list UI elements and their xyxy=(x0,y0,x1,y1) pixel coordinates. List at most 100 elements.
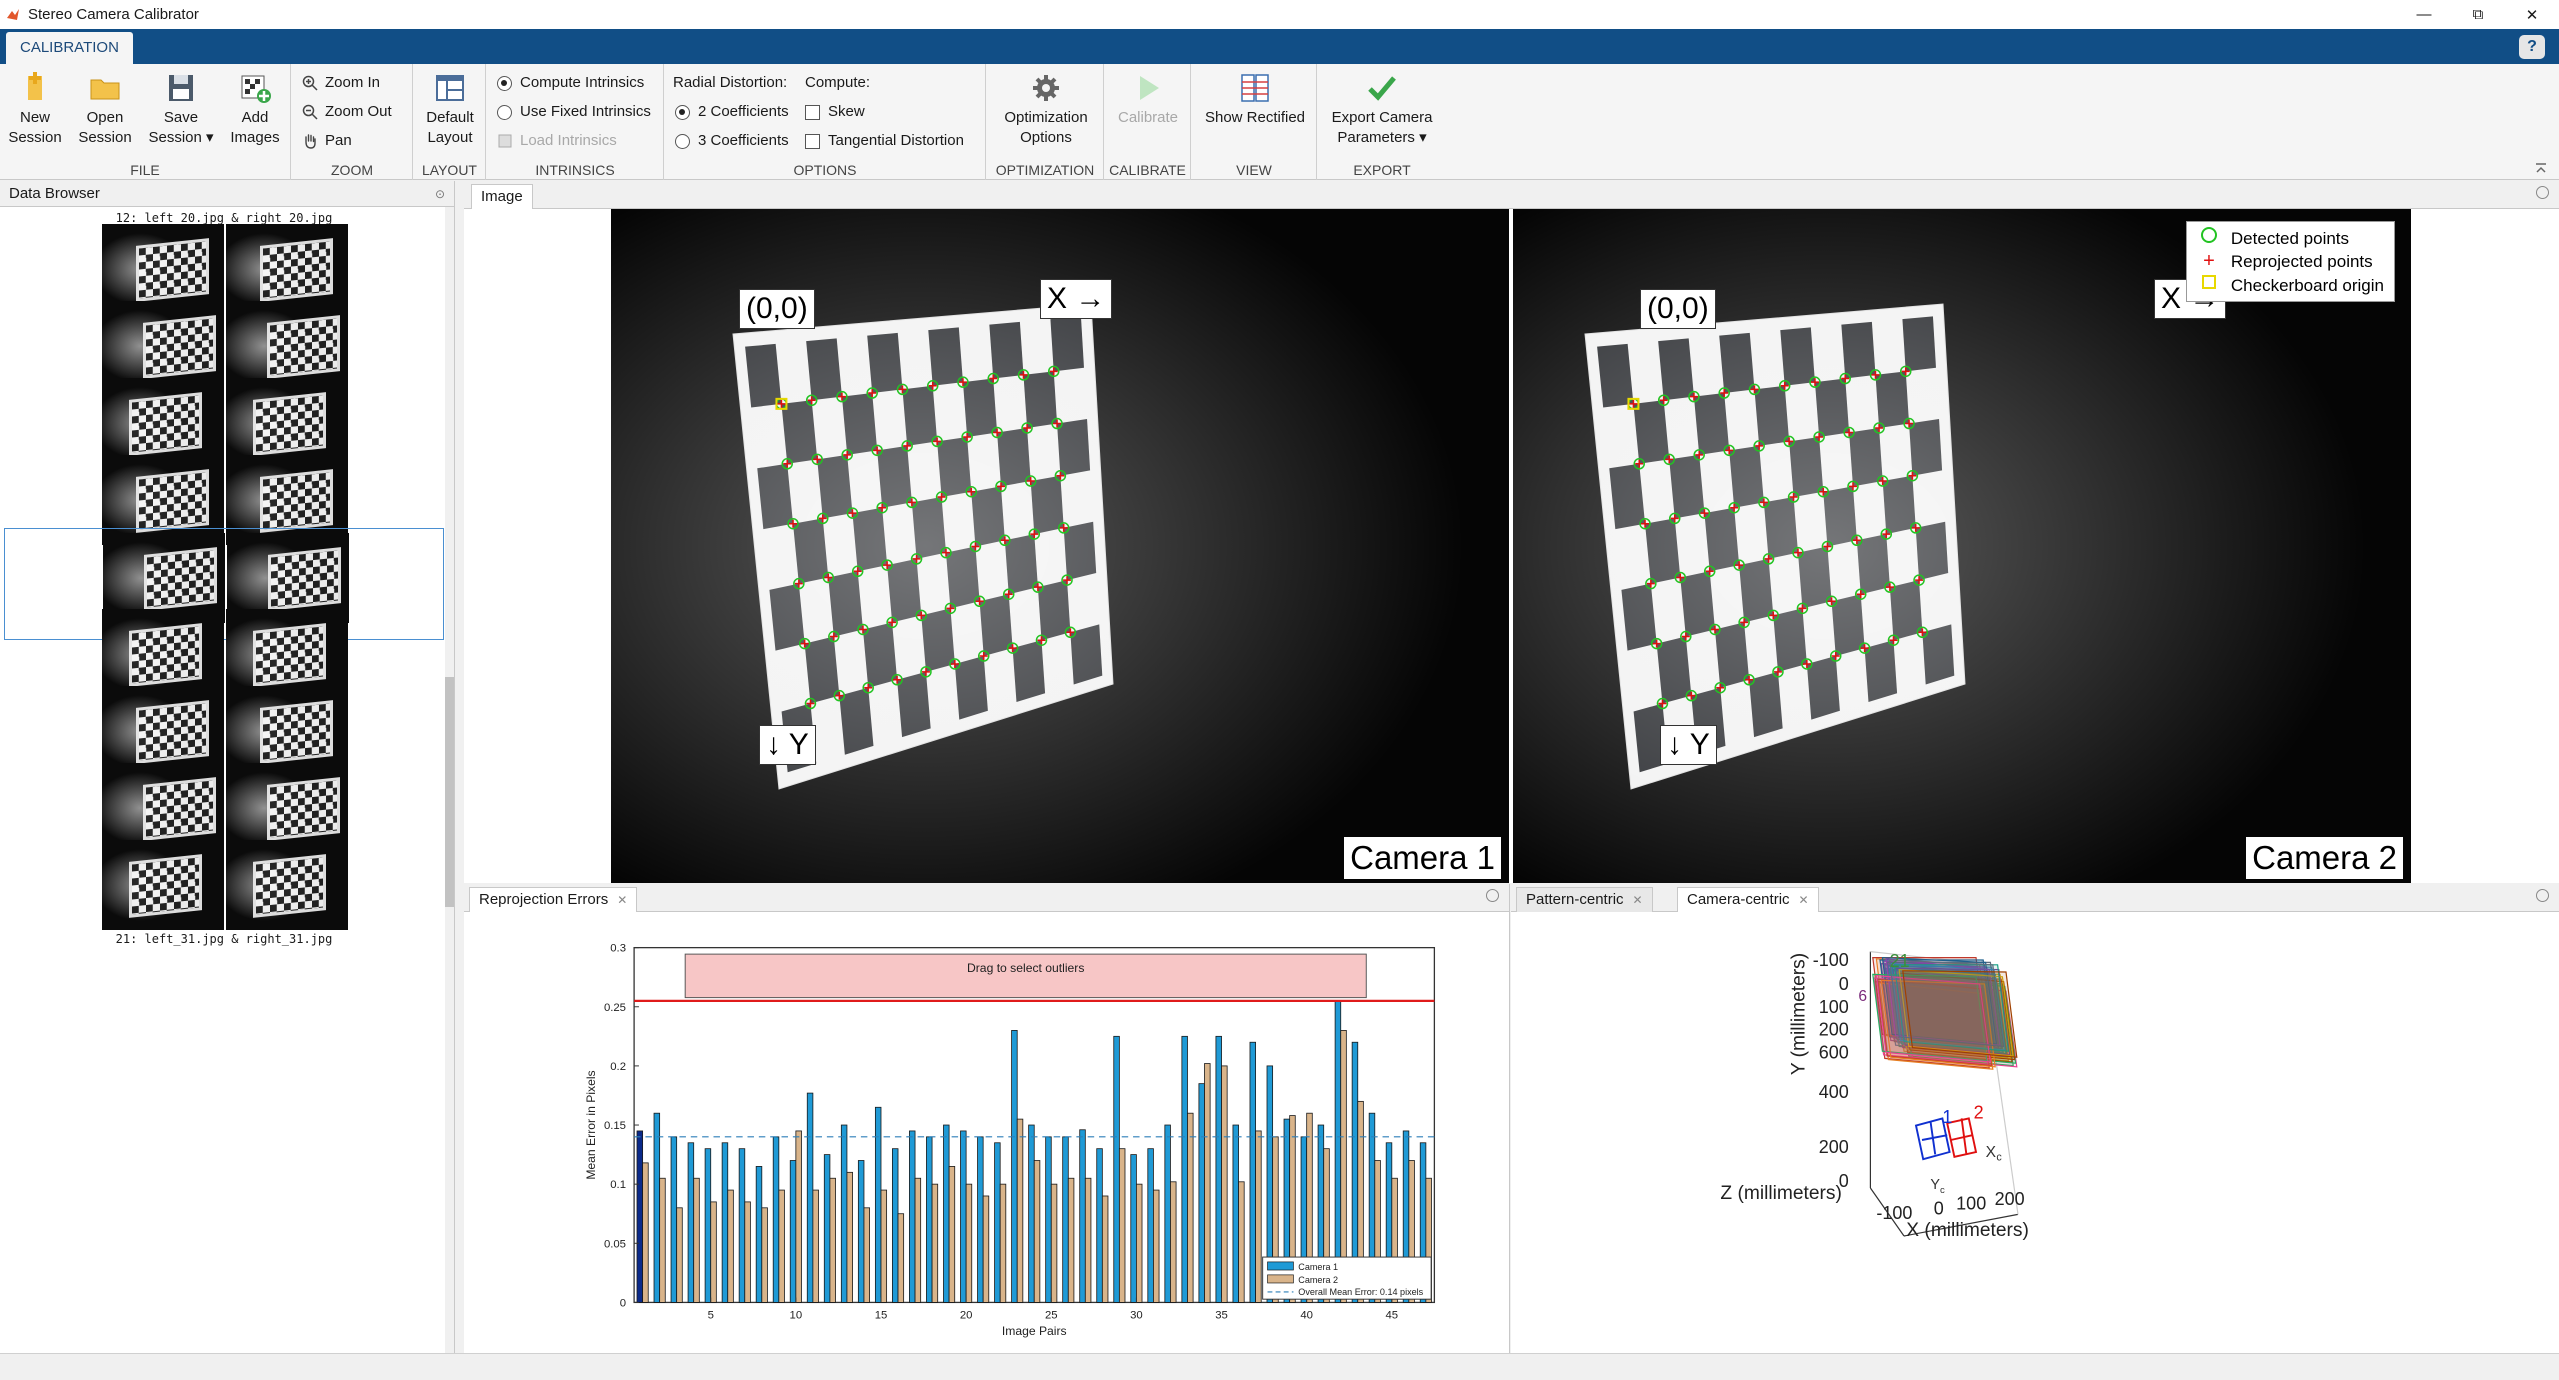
add-label-2: Images xyxy=(230,129,280,146)
bar-camera1 xyxy=(738,1148,746,1303)
extrinsics-tab-strip: Pattern-centric ✕ Camera-centric ✕ xyxy=(1511,884,2559,912)
y-tick-label: 0.15 xyxy=(604,1120,626,1132)
bar-camera2 xyxy=(761,1207,768,1303)
skew-checkbox[interactable]: Skew xyxy=(805,101,865,123)
bar-camera2 xyxy=(931,1183,939,1303)
close-tab-icon[interactable]: ✕ xyxy=(1799,893,1809,907)
pattern-plane xyxy=(1902,970,2018,1058)
compute-intrinsics-radio-dot xyxy=(497,75,512,91)
options-group-label: OPTIONS xyxy=(793,162,857,178)
extrinsics-panel: Pattern-centric ✕ Camera-centric ✕ 21 6 1 2 Xc… xyxy=(1511,884,2559,1353)
legend-swatch-camera1 xyxy=(1267,1261,1294,1271)
extrinsics-3d-plot[interactable]: 2161 2X cY c-10001002006004002000-100 0 100 20… xyxy=(1511,912,2559,1353)
zoom-in-button[interactable]: Zoom In xyxy=(302,72,380,94)
minimize-button[interactable]: — xyxy=(2397,0,2451,29)
export-group-label: EXPORT xyxy=(1353,162,1411,178)
bar-camera1 xyxy=(1011,1030,1018,1303)
new-label-1: New xyxy=(19,109,50,126)
maximize-button[interactable]: ⧉ xyxy=(2451,0,2505,29)
bar-camera1 xyxy=(1130,1154,1137,1303)
y-tick-label: 0.05 xyxy=(604,1238,626,1250)
add-images-button[interactable]: Add Images xyxy=(222,72,288,148)
list-item[interactable]: 21: left_31.jpg & right_31.jpg xyxy=(4,836,444,948)
y-tick-label: 0 xyxy=(620,1297,626,1309)
skew-box xyxy=(805,104,820,120)
ribbon: New Session Open Session Save Session ▾ Add… xyxy=(0,64,2559,180)
camera1-image[interactable]: (0,0) X → ↓ Y Camera 1 xyxy=(611,209,1509,883)
bar-camera2 xyxy=(948,1166,956,1303)
x-tick-label: 45 xyxy=(1386,1310,1399,1322)
data-browser-panel: Data Browser ⊙ 12: left_20.jpg & right_2… xyxy=(0,181,455,1353)
bar-camera1 xyxy=(823,1154,831,1303)
compute-intrinsics-radio[interactable]: Compute Intrinsics xyxy=(497,72,644,94)
save-label-2: Session ▾ xyxy=(148,129,214,146)
reprojected-points-icon: + xyxy=(2203,250,2215,272)
camera2-image[interactable]: (0,0) X → ↓ Y Camera 2 Detected points +… xyxy=(1513,209,2411,883)
close-tab-icon[interactable]: ✕ xyxy=(1633,893,1643,907)
data-browser-title: Data Browser xyxy=(9,185,100,202)
data-browser-header: Data Browser ⊙ xyxy=(0,181,454,207)
thumbnail-pair xyxy=(102,840,348,930)
x-tick-label: 5 xyxy=(708,1310,714,1322)
scrollbar-thumb[interactable] xyxy=(445,677,454,907)
close-tab-icon[interactable]: ✕ xyxy=(617,893,627,907)
image-legend: Detected points + Reprojected points Chec… xyxy=(2185,221,2395,302)
new-session-button[interactable]: New Session xyxy=(2,72,68,148)
export-group: Export Camera Parameters ▾ EXPORT xyxy=(1318,64,1446,180)
bar-camera1 xyxy=(636,1130,644,1303)
tab-reprojection-errors[interactable]: Reprojection Errors ✕ xyxy=(469,887,638,912)
bar-camera1 xyxy=(1232,1124,1239,1303)
show-rectified-button[interactable]: Show Rectified xyxy=(1196,72,1314,128)
bar-camera1 xyxy=(857,1160,865,1303)
zoom-out-button[interactable]: Zoom Out xyxy=(302,101,392,123)
bar-camera1 xyxy=(1096,1148,1103,1303)
tab-camera-centric[interactable]: Camera-centric ✕ xyxy=(1677,887,1819,912)
bar-camera2 xyxy=(965,1183,973,1303)
x-axis-label: X → xyxy=(1040,279,1113,319)
two-coefficients-radio[interactable]: 2 Coefficients xyxy=(675,101,789,123)
open-session-button[interactable]: Open Session xyxy=(72,72,138,148)
y-axis-title: Mean Error in Pixels xyxy=(584,1070,598,1179)
y-tick-label: 200 xyxy=(1819,1020,1849,1040)
bar-camera2 xyxy=(1050,1183,1058,1303)
optimization-options-button[interactable]: Optimization Options xyxy=(993,72,1099,148)
data-browser-scrollbar[interactable] xyxy=(445,207,454,1353)
tangential-checkbox[interactable]: Tangential Distortion xyxy=(805,130,964,152)
help-button[interactable]: ? xyxy=(2519,35,2545,59)
bar-camera2 xyxy=(863,1207,870,1303)
matlab-icon xyxy=(7,8,19,20)
pan-button[interactable]: Pan xyxy=(302,130,352,152)
panel-options-icon[interactable] xyxy=(1486,889,1499,902)
calibrate-button[interactable]: Calibrate xyxy=(1109,72,1187,128)
default-layout-button[interactable]: Default Layout xyxy=(417,72,483,148)
tab-calibration[interactable]: CALIBRATION xyxy=(6,32,133,64)
thumbnail-checkerboard xyxy=(252,623,327,687)
close-button[interactable]: ✕ xyxy=(2505,0,2559,29)
thumbnail-checkerboard xyxy=(252,854,327,918)
optimization-label-1: Optimization xyxy=(1004,109,1088,126)
pan-hand-icon xyxy=(305,134,316,149)
bar-camera2 xyxy=(795,1130,802,1303)
panel-options-icon[interactable] xyxy=(2536,186,2549,199)
three-coefficients-radio[interactable]: 3 Coefficients xyxy=(675,130,789,152)
panel-options-icon[interactable]: ⊙ xyxy=(435,181,445,207)
tab-image[interactable]: Image xyxy=(471,184,533,209)
bar-camera2 xyxy=(1221,1065,1228,1303)
load-intrinsics-button[interactable]: Load Intrinsics xyxy=(497,130,617,152)
tab-pattern-centric[interactable]: Pattern-centric ✕ xyxy=(1516,887,1653,912)
save-session-button[interactable]: Save Session ▾ xyxy=(144,72,218,148)
three-coef-dot xyxy=(675,133,690,149)
collapse-ribbon-icon[interactable] xyxy=(2535,163,2547,173)
bar-camera2 xyxy=(710,1201,717,1303)
zoom-out-label: Zoom Out xyxy=(325,103,392,120)
thumbnail-checkerboard xyxy=(252,392,327,456)
panel-options-icon[interactable] xyxy=(2536,889,2549,902)
reprojection-error-chart[interactable]: Drag to select outliers 0 0.05 0.1 0.15 0.2 0.… xyxy=(464,912,1510,1353)
tab-camera-label: Camera-centric xyxy=(1687,891,1790,908)
use-fixed-intrinsics-radio[interactable]: Use Fixed Intrinsics xyxy=(497,101,651,123)
show-rectified-label: Show Rectified xyxy=(1204,109,1306,126)
bar-camera2 xyxy=(982,1195,990,1303)
export-camera-parameters-button[interactable]: Export Camera Parameters ▾ xyxy=(1320,72,1444,148)
bar-camera1 xyxy=(1113,1035,1120,1303)
bar-camera2 xyxy=(744,1201,751,1303)
